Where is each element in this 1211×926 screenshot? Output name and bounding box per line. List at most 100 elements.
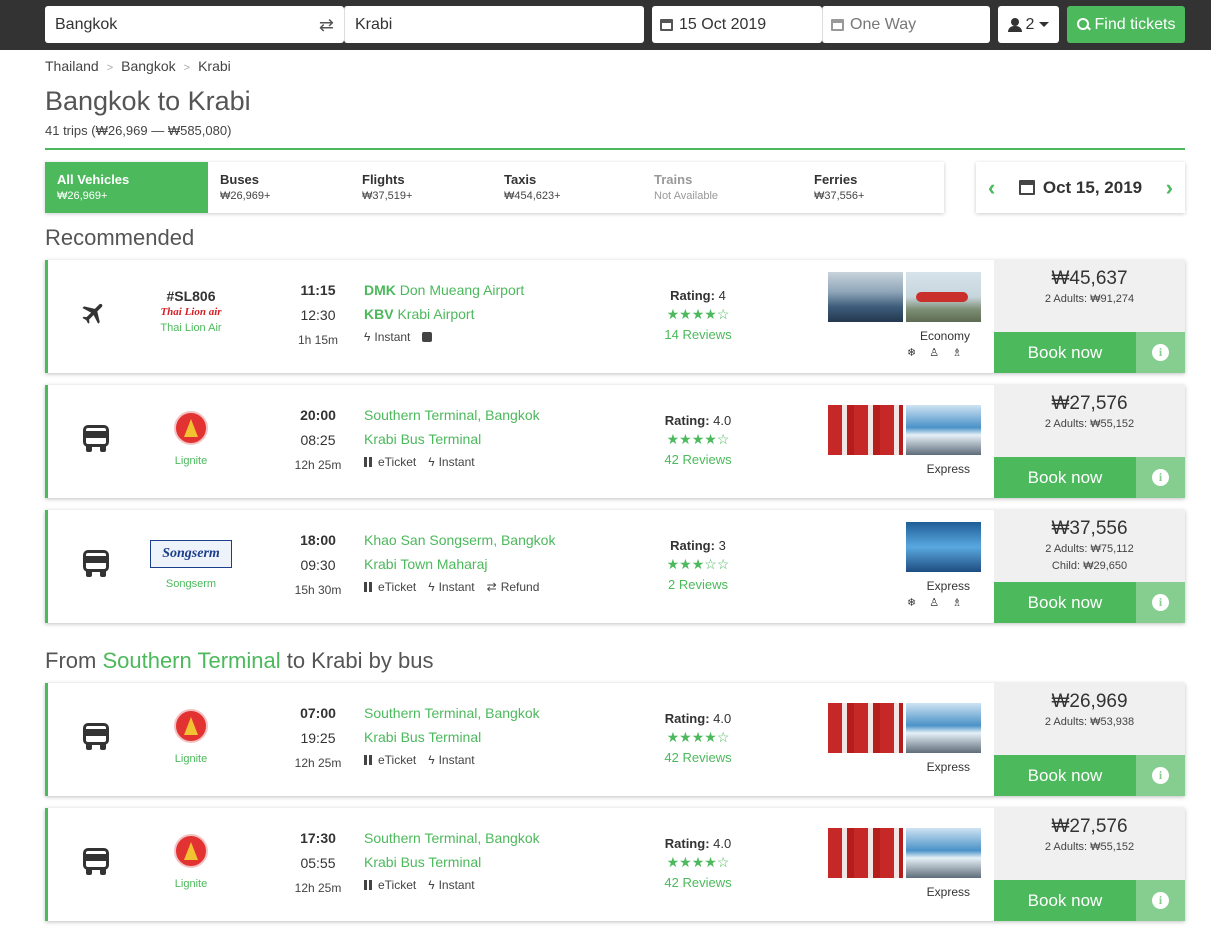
return-placeholder: One Way <box>850 15 917 33</box>
passengers-select[interactable]: 2 <box>998 6 1059 43</box>
arrival-station[interactable]: Krabi Bus Terminal <box>364 729 540 745</box>
reviews-link[interactable]: 14 Reviews <box>648 327 748 342</box>
departure-station[interactable]: DMK Don Mueang Airport <box>364 282 524 298</box>
price-detail: 2 Adults: ₩55,152 <box>1044 841 1135 853</box>
bolt-icon: ϟ <box>428 580 435 594</box>
book-now-button[interactable]: Book now <box>994 880 1136 921</box>
tab-buses[interactable]: Buses ₩26,969+ <box>208 162 350 213</box>
price: ₩45,637 <box>1051 268 1128 289</box>
photo-thumbnail[interactable] <box>828 272 903 322</box>
reviews-link[interactable]: 42 Reviews <box>648 750 748 765</box>
breadcrumb-item[interactable]: Thailand <box>45 58 99 74</box>
trip-card[interactable]: #SL806 Thai Lion air Thai Lion Air 11:15… <box>45 260 1185 373</box>
class-label: Express <box>926 462 970 476</box>
calendar-icon <box>831 18 844 31</box>
book-now-button[interactable]: Book now <box>994 755 1136 796</box>
operator-name[interactable]: Lignite <box>146 878 236 890</box>
photo-thumbnail[interactable] <box>828 828 903 878</box>
class-label: Express <box>926 579 970 593</box>
chevron-right-icon[interactable]: › <box>1166 176 1173 199</box>
feature-eticket: eTicket <box>364 753 416 767</box>
feature-label: Instant <box>438 455 475 469</box>
departure-station[interactable]: Southern Terminal, Bangkok <box>364 705 540 721</box>
bolt-icon: ϟ <box>364 330 371 344</box>
departure-time: 17:30 <box>300 830 336 846</box>
tab-name: Ferries <box>814 172 858 187</box>
book-now-button[interactable]: Book now <box>994 582 1136 623</box>
return-date-input[interactable]: One Way <box>822 6 990 43</box>
arrival-time: 09:30 <box>300 557 336 573</box>
stations: Khao San Songserm, Bangkok Krabi Town Ma… <box>364 532 555 594</box>
price-detail: 2 Adults: ₩55,152 <box>1044 418 1135 430</box>
photos <box>828 272 981 322</box>
rating: Rating: 4.0 ★★★★☆ 42 Reviews <box>648 413 748 467</box>
operator-name[interactable]: Lignite <box>146 753 236 765</box>
breadcrumb-item[interactable]: Bangkok <box>121 58 175 74</box>
departure-station[interactable]: Khao San Songserm, Bangkok <box>364 532 555 548</box>
section-title-highlight[interactable]: Southern Terminal <box>102 648 280 673</box>
star-rating: ★★★★☆ <box>666 729 730 745</box>
caret-down-icon <box>1039 22 1050 27</box>
book-now-button[interactable]: Book now <box>994 332 1136 373</box>
departure-station[interactable]: Southern Terminal, Bangkok <box>364 830 540 846</box>
reviews-link[interactable]: 42 Reviews <box>648 875 748 890</box>
reviews-link[interactable]: 2 Reviews <box>648 577 748 592</box>
chevron-right-icon: > <box>106 62 114 74</box>
bus-icon <box>83 425 109 453</box>
calendar-icon <box>1018 180 1035 195</box>
photo-thumbnail[interactable] <box>828 405 903 455</box>
arrival-station[interactable]: KBV Krabi Airport <box>364 306 524 322</box>
operator-name[interactable]: Thai Lion Air <box>146 322 236 334</box>
info-button[interactable]: i <box>1136 880 1185 921</box>
tab-flights[interactable]: Flights ₩37,519+ <box>350 162 492 213</box>
photo-thumbnail[interactable] <box>906 828 981 878</box>
breadcrumb-item[interactable]: Krabi <box>198 58 231 74</box>
info-button[interactable]: i <box>1136 457 1185 498</box>
section-title-from-terminal: From Southern Terminal to Krabi by bus <box>45 648 433 674</box>
feature-label: Refund <box>500 580 540 594</box>
tab-all-vehicles[interactable]: All Vehicles ₩26,969+ <box>45 162 208 213</box>
departure-time: 07:00 <box>300 705 336 721</box>
tab-ferries[interactable]: Ferries ₩37,556+ <box>802 162 944 213</box>
rating-caption: Rating: <box>664 836 710 851</box>
photo-thumbnail[interactable] <box>906 703 981 753</box>
arrival-station[interactable]: Krabi Town Maharaj <box>364 556 555 572</box>
operator-name[interactable]: Songserm <box>146 578 236 590</box>
swap-icon[interactable]: ⇄ <box>319 15 334 36</box>
info-button[interactable]: i <box>1136 582 1185 623</box>
departure-station[interactable]: Southern Terminal, Bangkok <box>364 407 540 423</box>
from-input[interactable]: Bangkok ⇄ <box>45 6 344 43</box>
info-button[interactable]: i <box>1136 332 1185 373</box>
departure-time: 20:00 <box>300 407 336 423</box>
operator-name[interactable]: Lignite <box>146 455 236 467</box>
page-title: Bangkok to Krabi <box>45 86 251 116</box>
to-input[interactable]: Krabi <box>344 6 644 43</box>
tab-taxis[interactable]: Taxis ₩454,623+ <box>492 162 642 213</box>
trip-card[interactable]: Songserm Songserm 18:00 09:30 15h 30m Kh… <box>45 510 1185 623</box>
info-button[interactable]: i <box>1136 755 1185 796</box>
trip-card[interactable]: Lignite 17:30 05:55 12h 25m Southern Ter… <box>45 808 1185 921</box>
qr-icon <box>364 755 374 765</box>
photo-thumbnail[interactable] <box>906 272 981 322</box>
chevron-left-icon[interactable]: ‹ <box>988 176 995 199</box>
find-tickets-button[interactable]: Find tickets <box>1067 6 1185 43</box>
trip-card[interactable]: Lignite 07:00 19:25 12h 25m Southern Ter… <box>45 683 1185 796</box>
photo-thumbnail[interactable] <box>906 405 981 455</box>
feature-label: Instant <box>438 580 475 594</box>
reviews-link[interactable]: 42 Reviews <box>648 452 748 467</box>
book-now-button[interactable]: Book now <box>994 457 1136 498</box>
photo-thumbnail[interactable] <box>828 703 903 753</box>
trip-card[interactable]: Lignite 20:00 08:25 12h 25m Southern Ter… <box>45 385 1185 498</box>
feature-instant: ϟ Instant <box>364 330 410 344</box>
photo-thumbnail[interactable] <box>906 522 981 572</box>
arrival-station[interactable]: Krabi Bus Terminal <box>364 431 540 447</box>
section-title-part: From <box>45 648 97 673</box>
departure-time: 11:15 <box>300 282 336 298</box>
stations: DMK Don Mueang Airport KBV Krabi Airport… <box>364 282 524 344</box>
duration: 15h 30m <box>294 583 342 597</box>
search-bar: Bangkok ⇄ Krabi 15 Oct 2019 One Way 2 Fi… <box>0 0 1211 50</box>
arrival-station[interactable]: Krabi Bus Terminal <box>364 854 540 870</box>
date-input[interactable]: 15 Oct 2019 <box>652 6 822 43</box>
passengers-value: 2 <box>1025 15 1035 33</box>
search-icon <box>1076 18 1090 31</box>
